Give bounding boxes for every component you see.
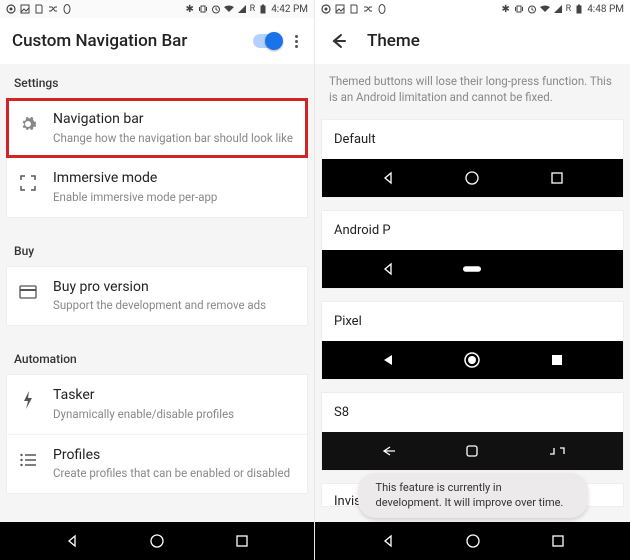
row-title: Navigation bar — [53, 111, 297, 129]
row-immersive-mode[interactable]: Immersive mode Enable immersive mode per… — [7, 157, 307, 216]
card-automation: Tasker Dynamically enable/disable profil… — [6, 374, 308, 494]
fullscreen-icon — [17, 172, 39, 194]
image-icon — [335, 4, 345, 14]
row-title: Buy pro version — [53, 279, 297, 297]
home-icon — [463, 351, 481, 369]
back-icon — [379, 169, 397, 187]
card-settings: Navigation bar Change how the navigation… — [6, 98, 308, 218]
home-pill-icon — [463, 260, 481, 278]
main-content-left: Settings Navigation bar Change how the n… — [0, 64, 314, 522]
theme-name: Default — [322, 120, 623, 159]
vibrate-icon — [198, 4, 208, 14]
battery-icon — [258, 4, 268, 14]
row-title: Profiles — [53, 447, 297, 465]
recents-icon — [548, 169, 566, 187]
sd-icon — [349, 4, 359, 14]
app-icon — [377, 4, 387, 14]
back-icon — [379, 351, 397, 369]
row-subtitle: Support the development and remove ads — [53, 298, 297, 313]
app-icon — [62, 4, 72, 14]
status-bar: ✱ R 4:48 PM — [315, 0, 630, 18]
signal-icon — [553, 4, 563, 14]
theme-s8[interactable]: S8 — [321, 392, 624, 471]
toast-text: This feature is currently in development… — [376, 481, 564, 508]
theme-pixel[interactable]: Pixel — [321, 301, 624, 380]
warning-text: Themed buttons will lose their long-pres… — [315, 64, 630, 119]
row-subtitle: Enable immersive mode per-app — [53, 190, 297, 205]
card-icon — [17, 281, 39, 303]
row-subtitle: Change how the navigation bar should loo… — [53, 131, 297, 146]
row-navigation-bar[interactable]: Navigation bar Change how the navigation… — [7, 99, 307, 157]
clock-text: 4:42 PM — [271, 4, 308, 15]
alarm-icon — [211, 4, 221, 14]
navbar-preview — [322, 432, 623, 470]
sd-icon — [34, 4, 44, 14]
card-buy: Buy pro version Support the development … — [6, 266, 308, 326]
back-icon — [379, 260, 397, 278]
system-nav-bar — [0, 522, 314, 560]
battery-icon — [574, 4, 584, 14]
recents-icon[interactable] — [233, 532, 251, 550]
shuffle-icon — [48, 4, 58, 14]
toast: This feature is currently in development… — [358, 473, 588, 518]
row-subtitle: Create profiles that can be enabled or d… — [53, 466, 297, 481]
phone-right: ✱ R 4:48 PM Theme Themed buttons will lo… — [315, 0, 630, 560]
master-toggle[interactable] — [253, 34, 281, 48]
bluetooth-icon: ✱ — [185, 4, 195, 14]
alarm-icon — [527, 4, 537, 14]
target-icon — [321, 4, 331, 14]
main-content-right: Themed buttons will lose their long-pres… — [315, 64, 630, 522]
network-label: R — [250, 4, 256, 14]
home-icon[interactable] — [464, 532, 482, 550]
theme-android-p[interactable]: Android P — [321, 210, 624, 289]
overflow-menu-icon[interactable] — [291, 31, 302, 52]
image-icon — [20, 4, 30, 14]
theme-name: Android P — [322, 211, 623, 250]
phone-left: ✱ R 4:42 PM Custom Navigation Bar Settin… — [0, 0, 315, 560]
section-label-settings: Settings — [0, 64, 314, 98]
wifi-icon — [224, 4, 234, 14]
app-title: Custom Navigation Bar — [12, 31, 253, 51]
vibrate-icon — [514, 4, 524, 14]
clock-text: 4:48 PM — [587, 4, 624, 15]
wifi-icon — [540, 4, 550, 14]
home-icon — [463, 442, 481, 460]
row-tasker[interactable]: Tasker Dynamically enable/disable profil… — [7, 375, 307, 433]
list-icon — [17, 449, 39, 471]
row-buy-pro[interactable]: Buy pro version Support the development … — [7, 267, 307, 325]
navbar-preview — [322, 250, 623, 288]
recents-icon — [548, 442, 566, 460]
target-icon — [6, 4, 16, 14]
system-nav-bar — [315, 522, 630, 560]
back-button[interactable] — [327, 31, 347, 51]
navbar-preview — [322, 159, 623, 197]
theme-name: S8 — [322, 393, 623, 432]
recents-icon — [548, 351, 566, 369]
theme-name: Pixel — [322, 302, 623, 341]
app-bar: Custom Navigation Bar — [0, 18, 314, 64]
page-title: Theme — [367, 31, 420, 51]
row-profiles[interactable]: Profiles Create profiles that can be ena… — [7, 434, 307, 493]
navbar-preview — [322, 341, 623, 379]
gear-icon — [17, 113, 39, 135]
theme-default[interactable]: Default — [321, 119, 624, 198]
back-icon[interactable] — [63, 532, 81, 550]
section-label-buy: Buy — [0, 232, 314, 266]
network-label: R — [566, 4, 572, 14]
bolt-icon — [17, 389, 39, 411]
home-icon[interactable] — [148, 532, 166, 550]
app-bar: Theme — [315, 18, 630, 64]
row-title: Tasker — [53, 387, 297, 405]
shuffle-icon — [363, 4, 373, 14]
bluetooth-icon: ✱ — [501, 4, 511, 14]
status-bar: ✱ R 4:42 PM — [0, 0, 314, 18]
signal-icon — [237, 4, 247, 14]
recents-icon[interactable] — [549, 532, 567, 550]
back-icon[interactable] — [379, 532, 397, 550]
back-icon — [379, 442, 397, 460]
row-subtitle: Dynamically enable/disable profiles — [53, 407, 297, 422]
home-icon — [463, 169, 481, 187]
row-title: Immersive mode — [53, 170, 297, 188]
section-label-automation: Automation — [0, 340, 314, 374]
